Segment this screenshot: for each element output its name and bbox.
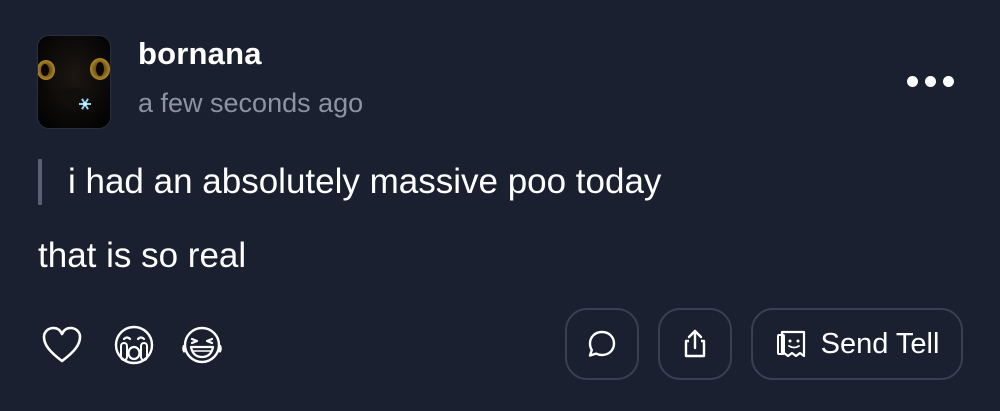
tell-card-icon — [776, 330, 805, 358]
avatar-image — [38, 36, 110, 128]
more-dots-icon — [924, 75, 936, 87]
send-tell-button[interactable]: Send Tell — [751, 308, 963, 380]
send-tell-label: Send Tell — [820, 327, 940, 360]
more-options-button[interactable] — [900, 64, 960, 98]
timestamp: a few seconds ago — [138, 88, 364, 118]
quote-bar — [38, 159, 42, 205]
quote-text: i had an absolutely massive poo today — [68, 162, 662, 201]
avatar[interactable] — [37, 35, 111, 129]
reply-text: that is so real — [38, 236, 247, 275]
cry-reaction-button[interactable] — [112, 323, 156, 367]
laughing-face-icon — [182, 326, 222, 364]
share-button[interactable] — [658, 308, 732, 380]
more-dots-icon — [906, 75, 918, 87]
comment-button[interactable] — [565, 308, 639, 380]
like-button[interactable] — [40, 323, 84, 367]
share-icon — [684, 329, 706, 358]
username[interactable]: bornana — [138, 36, 262, 72]
laugh-reaction-button[interactable] — [180, 323, 224, 367]
quoted-tell: i had an absolutely massive poo today — [38, 158, 661, 206]
more-dots-icon — [942, 75, 954, 87]
heart-icon — [42, 326, 82, 363]
post-card: bornana a few seconds ago i had an absol… — [0, 0, 1000, 411]
comment-bubble-icon — [588, 330, 616, 357]
crying-face-icon — [114, 325, 154, 365]
